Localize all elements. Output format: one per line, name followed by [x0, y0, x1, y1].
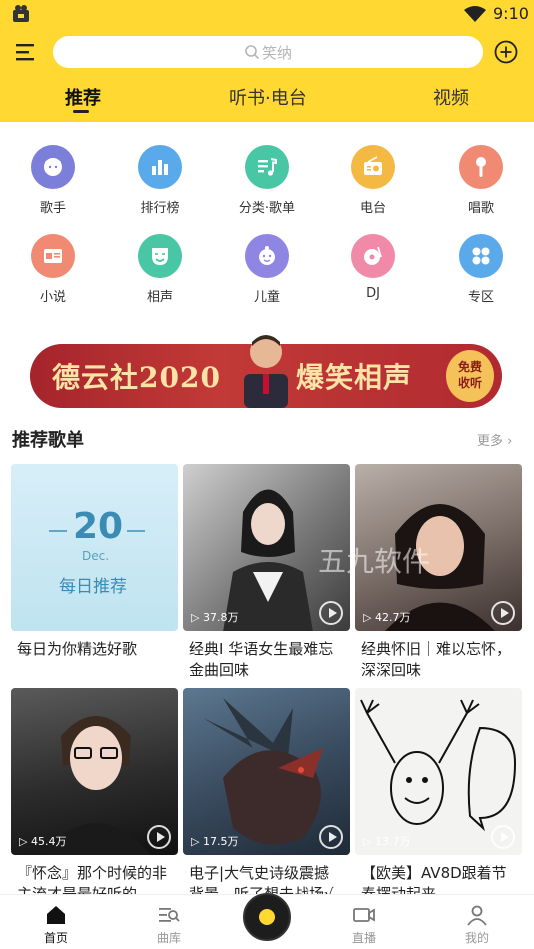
- category-singer[interactable]: 歌手: [8, 145, 98, 216]
- player-disc-button[interactable]: [243, 893, 291, 941]
- play-count: ▷ 13.7万: [363, 835, 411, 848]
- category-label: 儿童: [253, 290, 280, 305]
- bottom-navigation: 首页 曲库 直播 我的: [0, 893, 534, 949]
- search-icon: [245, 45, 260, 60]
- playlist-card[interactable]: ▷ 17.5万 电子|大气史诗级震撼背景，听了想去战场√: [183, 688, 350, 907]
- dj-icon: [351, 234, 395, 278]
- user-icon: [467, 905, 487, 926]
- playlist-title: 经典怀旧｜难以忘怀，深深回味: [361, 640, 512, 679]
- mask-icon: [138, 234, 182, 278]
- app-status-icon: [13, 5, 29, 22]
- playlist-cover: ▷ 17.5万: [183, 688, 350, 855]
- nav-profile[interactable]: 我的: [447, 903, 507, 946]
- tab-recommend[interactable]: 推荐: [65, 84, 101, 110]
- playlist-cover: 20 Dec. 每日推荐: [11, 464, 178, 631]
- search-input[interactable]: 笑纳: [53, 36, 483, 68]
- category-karaoke[interactable]: 唱歌: [436, 145, 526, 216]
- watermark-text: 五九软件: [318, 545, 431, 578]
- category-chart[interactable]: 排行榜: [115, 145, 205, 216]
- nav-label: 我的: [464, 931, 489, 945]
- singer-icon: [31, 145, 75, 189]
- nav-library[interactable]: 曲库: [139, 903, 199, 946]
- tab-audiobook-radio[interactable]: 听书·电台: [229, 84, 307, 110]
- decor-line: [49, 530, 67, 532]
- play-count: ▷ 42.7万: [363, 611, 411, 624]
- nav-home[interactable]: 首页: [26, 903, 86, 946]
- playlist-cover: ▷ 13.7万: [355, 688, 522, 855]
- child-icon: [245, 234, 289, 278]
- library-icon: [159, 908, 180, 922]
- category-label: 歌手: [39, 201, 66, 216]
- playlist-card[interactable]: 20 Dec. 每日推荐 每日为你精选好歌: [11, 464, 178, 683]
- playlist-title: 经典I 华语女生最难忘金曲回味: [189, 640, 334, 679]
- category-label: 排行榜: [140, 201, 180, 216]
- chevron-right-icon: ›: [507, 434, 513, 449]
- category-label: 唱歌: [467, 201, 494, 216]
- play-count-value: 45.4万: [30, 835, 67, 848]
- tab-indicator: [73, 110, 89, 113]
- category-label: 小说: [39, 290, 66, 305]
- category-children[interactable]: 儿童: [222, 234, 312, 305]
- microphone-icon: [459, 145, 503, 189]
- category-label: 电台: [359, 201, 386, 216]
- banner-right-text: 爆笑相声: [296, 361, 413, 394]
- playlist-cover: ▷ 45.4万: [11, 688, 178, 855]
- section-title: 推荐歌单: [12, 430, 84, 451]
- nav-label: 直播: [351, 931, 376, 945]
- status-time: 9:10: [493, 4, 529, 23]
- add-icon[interactable]: [494, 40, 518, 64]
- home-icon: [47, 906, 65, 924]
- tab-video[interactable]: 视频: [433, 84, 469, 110]
- chart-icon: [138, 145, 182, 189]
- grid-icon: [459, 234, 503, 278]
- playlist-card[interactable]: ▷ 45.4万 『怀念』那个时候的非主流才是最好听的: [11, 688, 178, 907]
- book-icon: [31, 234, 75, 278]
- play-icon[interactable]: [319, 825, 343, 849]
- nav-live[interactable]: 直播: [334, 903, 394, 946]
- play-count-value: 17.5万: [202, 835, 239, 848]
- category-zone[interactable]: 专区: [436, 234, 526, 305]
- category-label: 相声: [146, 290, 173, 305]
- daily-day: 20: [73, 506, 124, 547]
- play-icon[interactable]: [491, 825, 515, 849]
- wifi-icon: [464, 6, 486, 22]
- category-label: 专区: [467, 290, 494, 305]
- nav-label: 首页: [43, 931, 68, 945]
- more-link[interactable]: 更多 ›: [477, 430, 512, 449]
- video-camera-icon: [353, 908, 375, 922]
- play-count-value: 37.8万: [202, 611, 239, 624]
- daily-month: Dec.: [82, 549, 110, 563]
- category-label: DJ: [366, 286, 380, 301]
- daily-label: 每日推荐: [59, 577, 127, 597]
- category-dj[interactable]: DJ: [328, 234, 418, 301]
- play-icon[interactable]: [319, 601, 343, 625]
- singer-photo: [41, 716, 151, 855]
- decor-line: [127, 530, 145, 532]
- playlist-title: 每日为你精选好歌: [17, 640, 138, 658]
- play-icon[interactable]: [147, 825, 171, 849]
- singer-photo: [223, 489, 313, 631]
- play-count: ▷ 45.4万: [19, 835, 67, 848]
- play-count: ▷ 17.5万: [191, 835, 239, 848]
- banner-performer-image: [244, 335, 288, 408]
- category-crosstalk[interactable]: 相声: [115, 234, 205, 305]
- more-label: 更多: [477, 434, 504, 449]
- category-radio[interactable]: 电台: [328, 145, 418, 216]
- playlist-card[interactable]: ▷ 13.7万 【欧美】AV8D跟着节奏摆动起来: [355, 688, 522, 907]
- menu-icon[interactable]: [14, 40, 40, 64]
- category-playlist[interactable]: 分类·歌单: [222, 145, 312, 216]
- search-placeholder: 笑纳: [261, 43, 292, 62]
- play-icon[interactable]: [491, 601, 515, 625]
- category-novel[interactable]: 小说: [8, 234, 98, 305]
- banner-badge: 免费收听: [446, 350, 494, 402]
- nav-label: 曲库: [156, 931, 181, 945]
- play-count-value: 42.7万: [374, 611, 411, 624]
- playlist-icon: [245, 145, 289, 189]
- banner-left-text: 德云社2020: [52, 361, 221, 394]
- radio-icon: [351, 145, 395, 189]
- play-count: ▷ 37.8万: [191, 611, 239, 624]
- play-count-value: 13.7万: [374, 835, 411, 848]
- category-label: 分类·歌单: [238, 201, 296, 216]
